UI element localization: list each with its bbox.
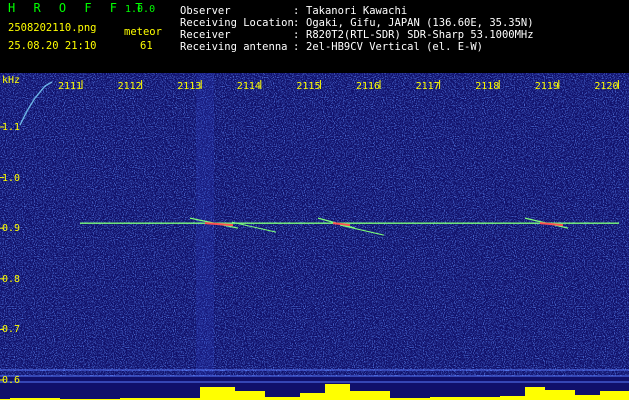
x-tick-label: 2117 bbox=[415, 81, 440, 92]
observer-label: Observer bbox=[180, 5, 231, 17]
y-tick-label: 1.0 bbox=[2, 172, 21, 184]
x-tick-label: 2119 bbox=[534, 81, 559, 92]
observer-value: Takanori Kawachi bbox=[306, 5, 408, 17]
receiver-label: Receiver bbox=[180, 29, 231, 41]
app-version: 1.0.0 bbox=[125, 4, 156, 15]
y-tick-label: 0.6 bbox=[2, 375, 21, 386]
datetime: 25.08.20 21:10 bbox=[8, 40, 97, 52]
level-bar bbox=[575, 395, 600, 400]
file-name: 2508202110.png bbox=[8, 22, 97, 34]
y-tick-label: 1.1 bbox=[2, 122, 21, 133]
meteor-count: 61 bbox=[140, 40, 153, 52]
noise-layer bbox=[0, 73, 629, 376]
observer-colon: : bbox=[293, 5, 300, 17]
y-tick-label: 0.7 bbox=[2, 324, 21, 336]
antenna-value: 2el-HB9CV Vertical (el. E-W) bbox=[306, 41, 484, 53]
receiver-value: R820T2(RTL-SDR) SDR-Sharp 53.1000MHz bbox=[306, 29, 534, 41]
y-tick-label: 0.9 bbox=[2, 223, 21, 235]
location-value: Ogaki, Gifu, JAPAN (136.60E, 35.35N) bbox=[306, 17, 534, 29]
level-bar bbox=[525, 387, 545, 400]
y-tick-label: 0.8 bbox=[2, 273, 21, 285]
location-colon: : bbox=[293, 17, 300, 29]
level-bar bbox=[300, 393, 325, 400]
antenna-label: Receiving antenna bbox=[180, 41, 288, 53]
y-unit-label: kHz bbox=[2, 75, 21, 86]
receiver-colon: : bbox=[293, 29, 300, 41]
x-tick-label: 2116 bbox=[356, 81, 381, 92]
level-bar bbox=[600, 391, 629, 400]
antenna-colon: : bbox=[293, 41, 300, 53]
level-bar bbox=[200, 387, 235, 400]
x-tick-label: 2115 bbox=[296, 81, 321, 92]
x-tick-label: 2114 bbox=[236, 81, 261, 92]
meteor-label: meteor bbox=[124, 26, 162, 38]
location-label: Receiving Location bbox=[180, 17, 294, 29]
level-bar bbox=[350, 391, 390, 400]
x-tick-label: 2120 bbox=[594, 81, 619, 92]
level-bar bbox=[325, 384, 350, 400]
header-panel: H R O F F T 1.0.0 2508202110.png 25.08.2… bbox=[0, 0, 629, 73]
level-bar bbox=[500, 396, 525, 400]
x-tick-label: 2112 bbox=[117, 81, 142, 92]
x-tick-label: 2118 bbox=[475, 81, 500, 92]
level-bar bbox=[545, 390, 575, 400]
x-tick-label: 2111 bbox=[58, 81, 83, 92]
level-bar bbox=[235, 391, 265, 400]
x-tick-label: 2113 bbox=[177, 81, 202, 92]
spectrogram bbox=[0, 73, 629, 400]
